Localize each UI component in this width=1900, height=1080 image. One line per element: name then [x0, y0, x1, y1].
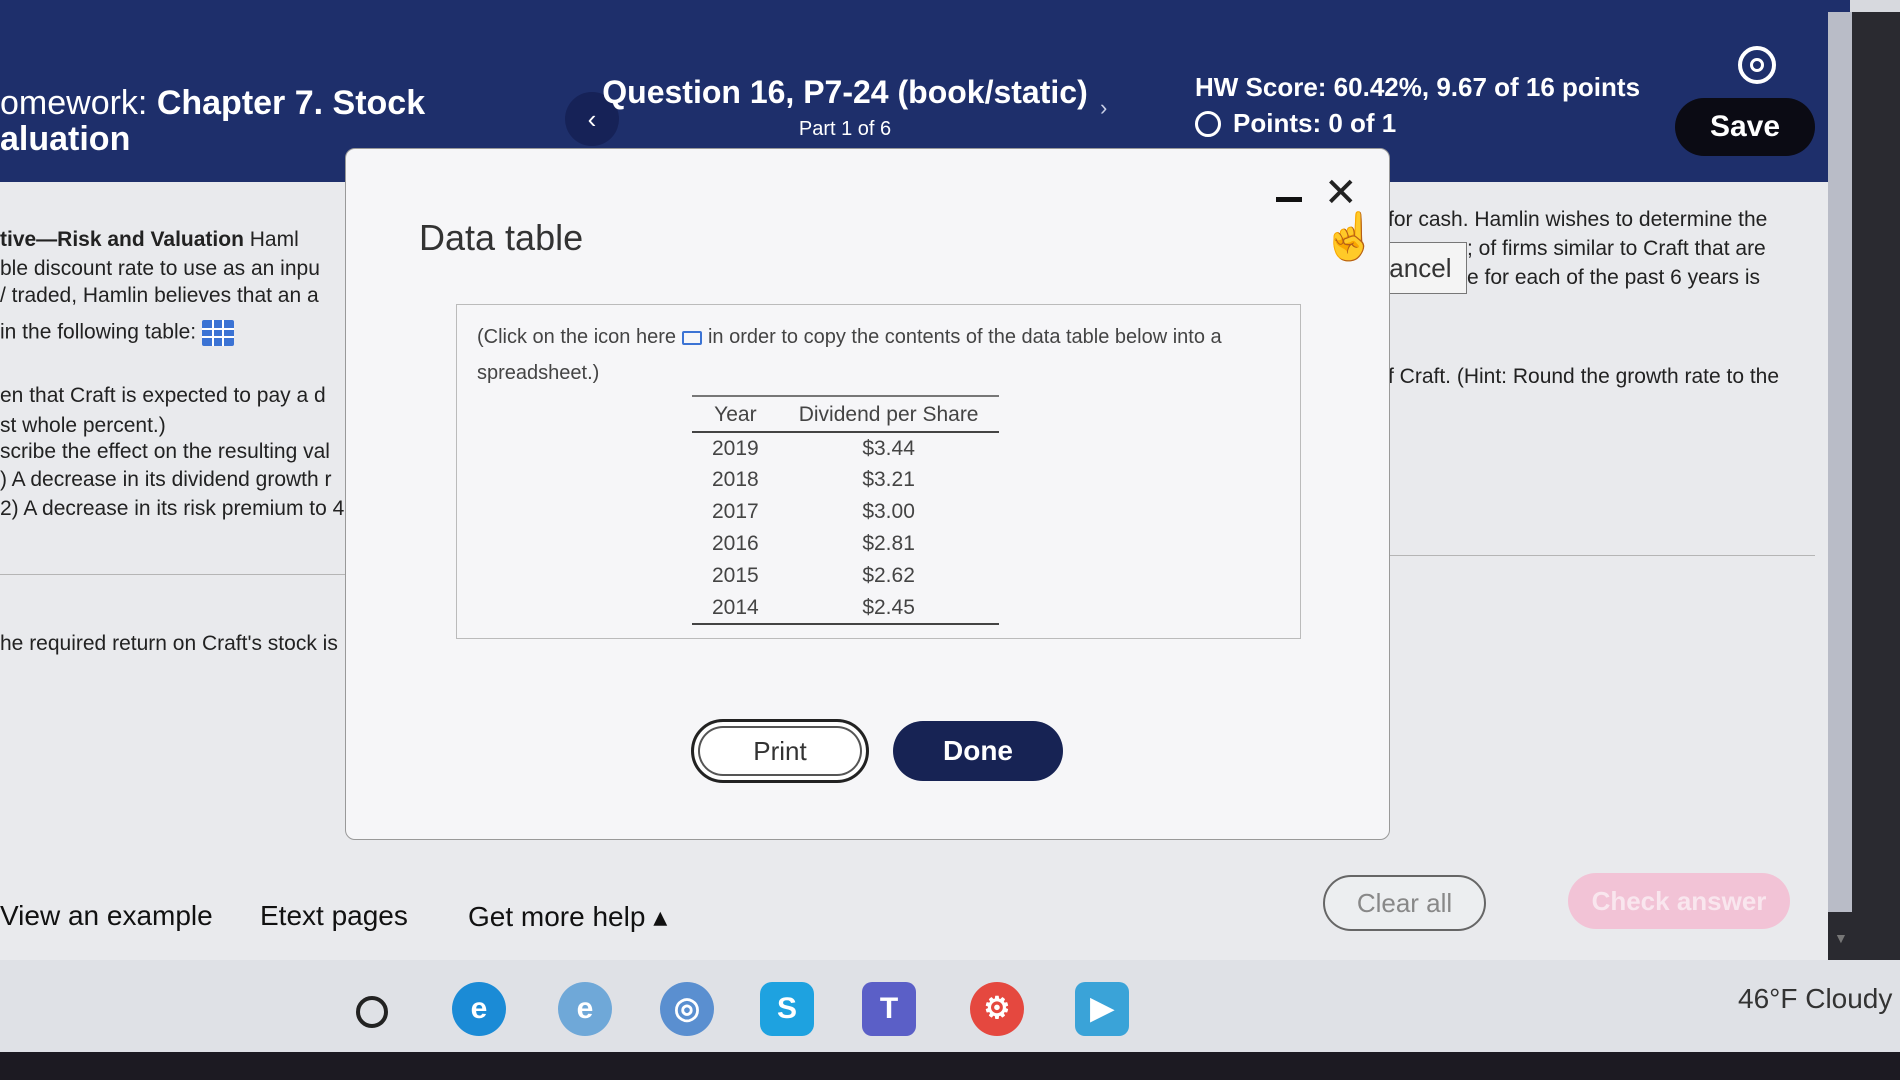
homework-title: omework: Chapter 7. Stock aluation — [0, 85, 425, 157]
check-answer-button[interactable]: Check answer — [1568, 873, 1790, 929]
left-text-line9: 2) A decrease in its risk premium to 4 — [0, 497, 345, 520]
folder-app-icon[interactable]: ▶ — [1075, 982, 1129, 1036]
data-table-container: (Click on the icon here in order to copy … — [456, 304, 1301, 639]
table-row: 2014 $2.45 — [692, 592, 999, 625]
hand-cursor-icon: ☝ — [1321, 210, 1379, 262]
next-question-button[interactable]: › — [1100, 95, 1107, 121]
print-button[interactable]: Print — [691, 719, 869, 783]
clear-all-button[interactable]: Clear all — [1323, 875, 1486, 931]
chrome-icon[interactable]: ◎ — [660, 982, 714, 1036]
scrollbar-track[interactable] — [1828, 12, 1852, 912]
close-icon[interactable]: ✕ — [1324, 173, 1358, 213]
done-button[interactable]: Done — [893, 721, 1063, 781]
homework-title-line2: aluation — [0, 120, 131, 158]
homework-title-line1: Chapter 7. Stock — [156, 84, 426, 122]
right-text-line3: e for each of the past 6 years is — [1467, 266, 1760, 289]
teams-icon[interactable]: T — [862, 982, 916, 1036]
copy-to-spreadsheet-icon[interactable] — [681, 330, 702, 345]
question-title: Question 16, P7-24 (book/static) — [602, 74, 1088, 110]
internet-explorer-icon[interactable]: e — [558, 982, 612, 1036]
save-button[interactable]: Save — [1675, 98, 1815, 156]
table-row: 2015 $2.62 — [712, 564, 915, 587]
right-text-line1: for cash. Hamlin wishes to determine the — [1388, 208, 1768, 231]
points-label: Points: 0 of 1 — [1233, 108, 1397, 138]
data-table-modal: Data table ✕ ☝ (Click on the icon here in… — [345, 148, 1390, 840]
left-text-line8: ) A decrease in its dividend growth r — [0, 468, 332, 491]
left-text-line6: st whole percent.) — [0, 414, 166, 437]
left-text-line1: tive—Risk and Valuation Haml — [0, 228, 299, 251]
table-row: 2017 $3.00 — [712, 500, 915, 523]
left-text-line3: / traded, Hamlin believes that an a — [0, 284, 319, 307]
points-status: Points: 0 of 1 — [1195, 108, 1396, 139]
screen-bezel — [0, 1052, 1900, 1080]
column-header-year: Year — [692, 395, 779, 433]
table-row: 2016 $2.81 — [712, 532, 915, 555]
right-text-line4: f Craft. (Hint: Round the growth rate to… — [1388, 365, 1780, 388]
minimize-button[interactable] — [1276, 197, 1302, 202]
left-text-line5: en that Craft is expected to pay a d — [0, 384, 326, 407]
view-example-link[interactable]: View an example — [0, 900, 213, 932]
hw-score: HW Score: 60.42%, 9.67 of 16 points — [1195, 72, 1641, 102]
dividend-table: Year Dividend per Share 2019 $3.44 2018 $3… — [692, 395, 999, 625]
get-more-help-link[interactable]: Get more help ▴ — [468, 900, 667, 933]
left-text-line7: scribe the effect on the resulting val — [0, 440, 330, 463]
points-circle-icon — [1195, 110, 1221, 137]
left-divider — [0, 574, 360, 575]
skype-icon[interactable]: S — [760, 982, 814, 1036]
left-text-line4: in the following table: — [0, 320, 235, 346]
table-row: 2018 $3.21 — [712, 468, 915, 491]
homework-prefix: omework: — [0, 84, 157, 122]
app-icon[interactable]: ⚙ — [970, 982, 1024, 1036]
taskbar — [0, 960, 1900, 1052]
left-text-line2: ble discount rate to use as an inpu — [0, 257, 320, 280]
copy-instructions: (Click on the icon here in order to copy … — [477, 326, 1222, 384]
etext-pages-link[interactable]: Etext pages — [260, 900, 408, 932]
data-table-icon[interactable] — [202, 320, 235, 346]
right-divider — [1385, 555, 1815, 556]
question-part: Part 1 of 6 — [798, 118, 892, 140]
edge-browser-icon[interactable]: e — [452, 982, 506, 1036]
weather-status: 46°F Cloudy — [1738, 983, 1893, 1014]
scroll-down-arrow-icon[interactable]: ▼ — [1834, 930, 1848, 946]
cortana-search-icon[interactable] — [356, 996, 388, 1028]
modal-title: Data table — [419, 217, 584, 258]
table-row: 2019 $3.44 — [712, 436, 915, 460]
left-text-line10: he required return on Craft's stock is — [0, 632, 338, 655]
settings-gear-icon[interactable] — [1738, 46, 1776, 84]
right-text-line2: ; of firms similar to Craft that are — [1467, 237, 1766, 260]
column-header-dividend: Dividend per Share — [778, 395, 999, 433]
